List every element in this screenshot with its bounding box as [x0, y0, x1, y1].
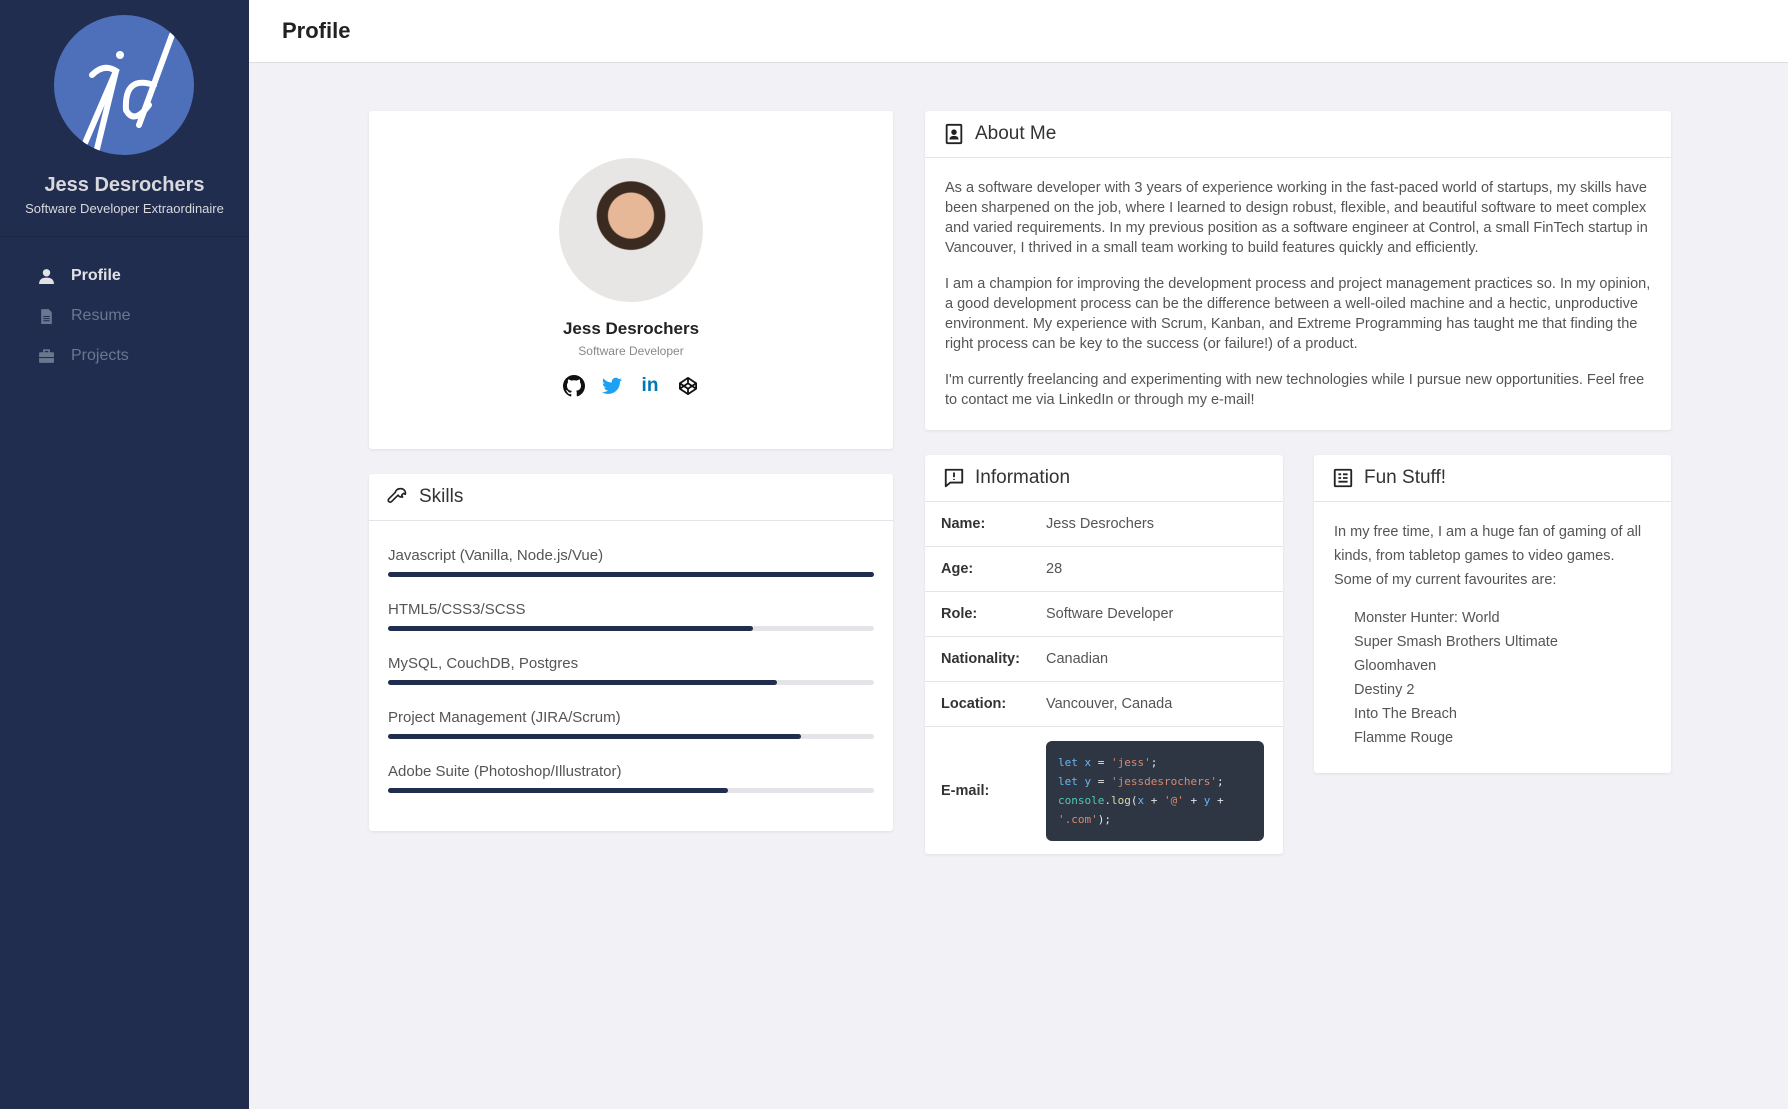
fun-title: Fun Stuff! [1364, 467, 1447, 488]
info-title: Information [975, 467, 1071, 488]
skill-bar [388, 788, 874, 793]
nav-label: Resume [71, 307, 131, 324]
nav-label: Projects [71, 347, 129, 364]
info-key: Location: [941, 696, 1007, 712]
skill-bar [388, 572, 874, 577]
info-value: 28 [1046, 561, 1063, 577]
about-paragraph: As a software developer with 3 years of … [945, 180, 1648, 256]
skill-bar-fill [388, 572, 874, 577]
info-row: Nationality: Canadian [925, 637, 1283, 682]
about-paragraph: I am a champion for improving the develo… [945, 276, 1651, 352]
game-item: Destiny 2 [1354, 682, 1415, 698]
message-alert-icon [944, 468, 964, 488]
social-links: in [369, 375, 893, 397]
header: Profile [249, 0, 1788, 63]
github-icon[interactable] [563, 375, 585, 397]
info-key: Role: [941, 606, 978, 622]
skill-item: HTML5/CSS3/SCSS [388, 601, 874, 631]
info-row: Name: Jess Desrochers [925, 502, 1283, 547]
file-icon [41, 308, 52, 324]
nav-profile[interactable]: Profile [38, 267, 121, 285]
skill-bar [388, 680, 874, 685]
fun-intro: In my free time, I am a huge fan of gami… [1334, 524, 1642, 588]
skills-card: Skills Javascript (Vanilla, Node.js/Vue)… [369, 474, 893, 831]
twitter-icon[interactable] [601, 375, 623, 397]
skill-item: Javascript (Vanilla, Node.js/Vue) [388, 547, 874, 577]
game-item: Super Smash Brothers Ultimate [1354, 634, 1558, 650]
page-title: Profile [282, 18, 351, 43]
skill-item: Adobe Suite (Photoshop/Illustrator) [388, 763, 874, 793]
info-header: Information [925, 455, 1283, 502]
wrench-icon [387, 487, 407, 503]
user-icon [39, 268, 54, 284]
avatar [559, 158, 703, 302]
email-code-block: let x = 'jess'; let y = 'jessdesrochers'… [1046, 741, 1264, 841]
contact-card-icon [945, 123, 963, 145]
game-item: Gloomhaven [1354, 658, 1437, 674]
skill-label: Javascript (Vanilla, Node.js/Vue) [388, 547, 604, 564]
info-row-email: E-mail: let x = 'jess'; let y = 'jessdes… [925, 727, 1283, 855]
info-key: Name: [941, 516, 986, 532]
game-item: Flamme Rouge [1354, 730, 1454, 746]
info-row: Location: Vancouver, Canada [925, 682, 1283, 727]
list-box-icon [1333, 468, 1353, 488]
sidebar-tagline: Software Developer Extraordinaire [25, 201, 224, 216]
info-key: Age: [941, 561, 974, 577]
skill-label: Project Management (JIRA/Scrum) [388, 709, 621, 726]
briefcase-icon [39, 348, 54, 363]
information-card: Information Name: Jess Desrochers Age: 28 Ro… [925, 455, 1283, 854]
nav-label: Profile [71, 267, 121, 284]
skill-label: MySQL, CouchDB, Postgres [388, 655, 579, 672]
game-item: Into The Breach [1354, 706, 1457, 722]
skill-bar-fill [388, 788, 729, 793]
info-value: Vancouver, Canada [1046, 696, 1173, 712]
skills-header: Skills [369, 474, 893, 521]
info-key: E-mail: [941, 783, 990, 799]
about-card: About Me As a software developer with 3 … [925, 111, 1671, 430]
profile-name: Jess Desrochers [562, 319, 700, 338]
sidebar: Jess Desrochers Software Developer Extra… [0, 0, 249, 1109]
about-title: About Me [975, 123, 1057, 144]
nav-projects[interactable]: Projects [38, 347, 129, 365]
logo [54, 15, 194, 155]
info-value: Jess Desrochers [1046, 516, 1154, 532]
divider [0, 236, 249, 237]
skill-bar [388, 626, 874, 631]
games-list: Monster Hunter: World Super Smash Brother… [1354, 606, 1671, 750]
info-row: Role: Software Developer [925, 592, 1283, 637]
profile-card: Jess Desrochers Software Developer in [369, 111, 893, 449]
jd-logo-icon [79, 32, 175, 155]
info-key: Nationality: [941, 651, 1020, 667]
skill-item: Project Management (JIRA/Scrum) [388, 709, 874, 739]
skill-bar-fill [388, 680, 777, 685]
fun-stuff-card: Fun Stuff! In my free time, I am a huge … [1314, 455, 1671, 773]
skill-bar-fill [388, 734, 802, 739]
codepen-icon[interactable] [677, 375, 699, 397]
about-header: About Me [925, 111, 1671, 158]
linkedin-icon[interactable]: in [639, 375, 661, 397]
skill-bar-fill [388, 626, 753, 631]
info-value: Canadian [1046, 651, 1109, 667]
about-paragraph: I'm currently freelancing and experiment… [945, 372, 1645, 408]
skills-title: Skills [419, 486, 464, 507]
fun-header: Fun Stuff! [1314, 455, 1671, 502]
profile-role: Software Developer [578, 344, 684, 358]
skill-label: Adobe Suite (Photoshop/Illustrator) [388, 763, 622, 780]
info-row: Age: 28 [925, 547, 1283, 592]
nav-resume[interactable]: Resume [38, 307, 131, 325]
game-item: Monster Hunter: World [1354, 610, 1500, 626]
skill-bar [388, 734, 874, 739]
skill-label: HTML5/CSS3/SCSS [388, 601, 526, 618]
skill-item: MySQL, CouchDB, Postgres [388, 655, 874, 685]
sidebar-name: Jess Desrochers [44, 174, 205, 196]
info-value: Software Developer [1046, 606, 1174, 622]
